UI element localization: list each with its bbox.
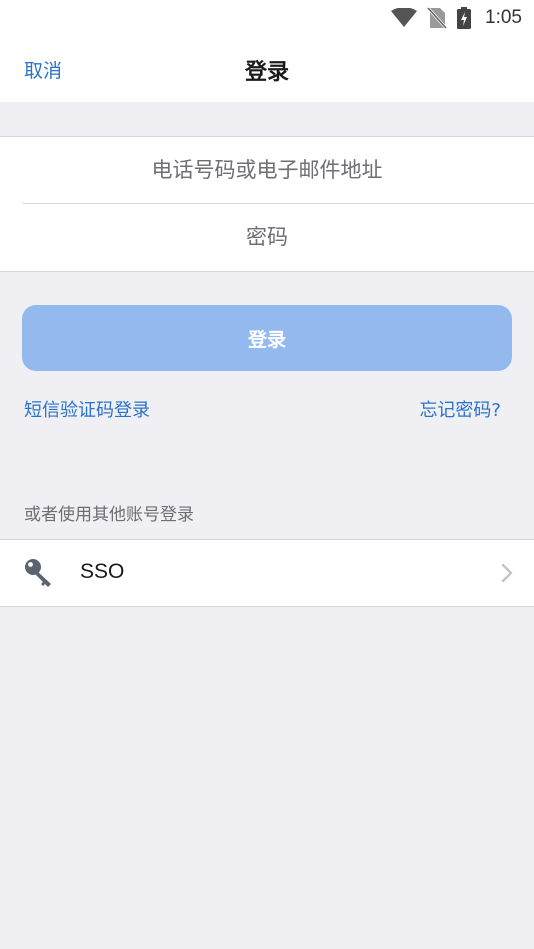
status-bar: 1:05	[0, 0, 534, 36]
status-time: 1:05	[485, 7, 522, 28]
account-input[interactable]	[25, 157, 509, 183]
account-field	[0, 137, 534, 203]
sso-label: SSO	[80, 560, 125, 583]
forgot-password-link[interactable]: 忘记密码?	[419, 396, 501, 422]
password-input[interactable]	[25, 224, 509, 250]
login-button[interactable]: 登录	[22, 305, 512, 371]
key-icon	[25, 559, 51, 587]
sms-login-link[interactable]: 短信验证码登录	[24, 396, 150, 422]
no-sim-icon	[427, 7, 448, 29]
other-accounts-label: 或者使用其他账号登录	[24, 505, 194, 525]
nav-bar: 取消 登录	[0, 36, 534, 102]
password-field	[0, 204, 534, 270]
sso-login-row[interactable]: SSO	[0, 539, 534, 607]
battery-charging-icon	[457, 7, 472, 29]
page-title: 登录	[244, 60, 289, 85]
login-form	[0, 136, 534, 272]
chevron-right-icon	[501, 563, 513, 583]
wifi-icon	[391, 8, 418, 27]
status-icons: 1:05	[391, 6, 522, 30]
